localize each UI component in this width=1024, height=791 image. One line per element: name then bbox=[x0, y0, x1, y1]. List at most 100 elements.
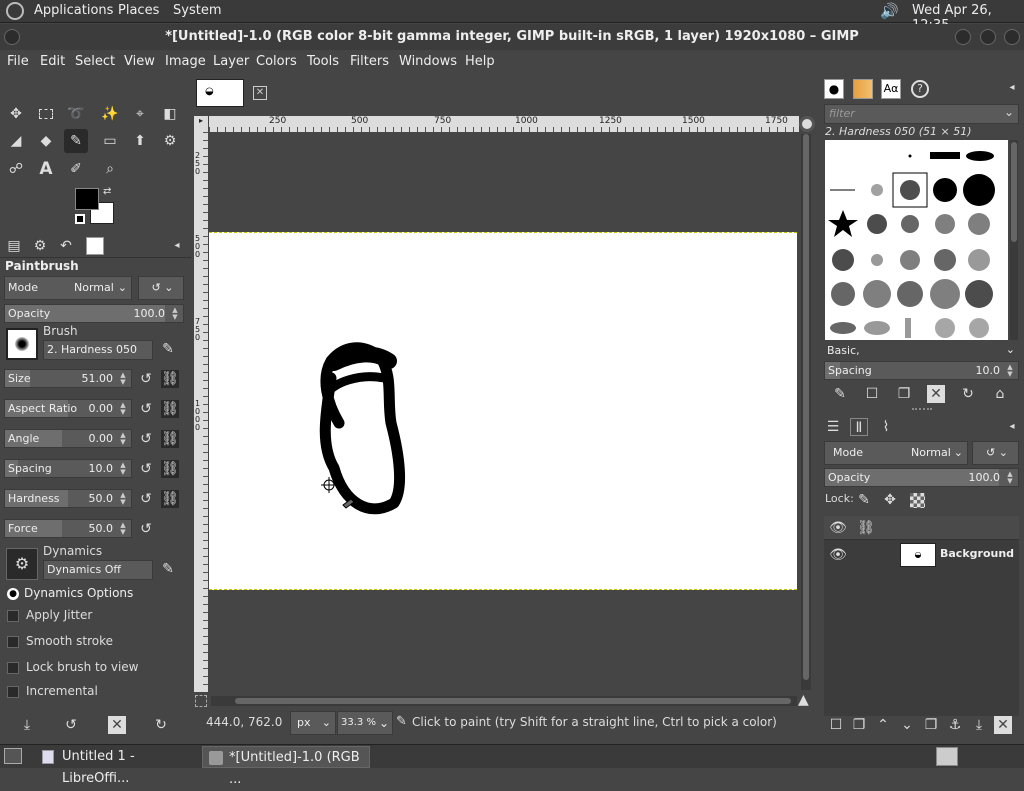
swap-colors-icon[interactable]: ⇄ bbox=[103, 186, 111, 197]
brushes-tab-icon[interactable]: ● bbox=[824, 79, 844, 99]
dock-menu-icon[interactable]: ◂ bbox=[1003, 418, 1021, 436]
text-tool-icon[interactable]: A bbox=[34, 157, 58, 181]
window-menu-button[interactable] bbox=[4, 29, 20, 45]
navigate-icon[interactable]: ▲ bbox=[798, 692, 814, 710]
menu-windows[interactable]: Windows bbox=[399, 54, 457, 69]
angle-slider[interactable]: Angle 0.00 ▲ ▼ bbox=[4, 429, 132, 448]
vertical-scrollbar[interactable] bbox=[801, 134, 811, 690]
chain-link-icon[interactable]: ⛓ bbox=[161, 400, 179, 418]
layer-thumbnail[interactable]: ◒ bbox=[900, 543, 936, 567]
reset-options-icon[interactable]: ↻ bbox=[152, 716, 170, 734]
reset-hardness-icon[interactable]: ↺ bbox=[137, 490, 155, 508]
workspace-switcher[interactable] bbox=[936, 747, 958, 766]
maximize-button[interactable] bbox=[980, 29, 996, 45]
layer-visibility-eye-icon[interactable]: 👁 bbox=[829, 546, 847, 564]
zoom-select[interactable]: 33.3 % ⌄ bbox=[337, 711, 393, 735]
edit-brush-icon[interactable]: ✎ bbox=[159, 340, 177, 358]
spin-arrows-icon[interactable]: ▲ ▼ bbox=[117, 522, 129, 536]
reset-angle-icon[interactable]: ↺ bbox=[137, 430, 155, 448]
lock-alpha-icon[interactable] bbox=[910, 493, 925, 508]
move-tool-icon[interactable]: ✥ bbox=[4, 102, 28, 126]
chain-link-icon[interactable]: ⛓ bbox=[857, 519, 875, 537]
new-layer-group-icon[interactable]: ❐ bbox=[850, 716, 868, 734]
chain-link-icon[interactable]: ⛓ bbox=[161, 460, 179, 478]
brush-preview[interactable] bbox=[6, 328, 38, 360]
lock-position-icon[interactable]: ✥ bbox=[881, 491, 899, 509]
menu-layer[interactable]: Layer bbox=[213, 54, 249, 69]
save-options-icon[interactable]: ⤓ bbox=[18, 716, 36, 734]
fuzzy-select-tool-icon[interactable]: ✨ bbox=[98, 102, 122, 126]
horizontal-scrollbar[interactable] bbox=[211, 696, 797, 706]
transform-tool-icon[interactable]: ◧ bbox=[158, 102, 182, 126]
lock-brush-checkbox[interactable] bbox=[7, 662, 19, 674]
tool-options-tab-icon[interactable]: ▤ bbox=[5, 237, 23, 255]
duplicate-brush-icon[interactable]: ❐ bbox=[895, 385, 913, 403]
reset-size-icon[interactable]: ↺ bbox=[137, 370, 155, 388]
delete-brush-icon[interactable]: ✕ bbox=[927, 385, 945, 403]
brush-filter-input[interactable]: filter ⌄ bbox=[824, 104, 1019, 124]
expander-icon[interactable]: ● bbox=[7, 588, 19, 600]
smooth-stroke-checkbox[interactable] bbox=[7, 636, 19, 648]
edit-brush-icon[interactable]: ✎ bbox=[831, 385, 849, 403]
layers-tab-icon[interactable]: ☰ bbox=[824, 418, 842, 436]
dynamics-preview[interactable]: ⚙ bbox=[6, 548, 38, 580]
duplicate-layer-icon[interactable]: ❐ bbox=[922, 716, 940, 734]
apply-jitter-checkbox[interactable] bbox=[7, 610, 19, 622]
taskbar-item-gimp[interactable]: *[Untitled]-1.0 (RGB ... bbox=[202, 746, 370, 787]
brush-spacing-slider[interactable]: Spacing 10.0 ▲ ▼ bbox=[824, 361, 1019, 380]
new-brush-icon[interactable]: ☐ bbox=[863, 385, 881, 403]
refresh-brushes-icon[interactable]: ↻ bbox=[959, 385, 977, 403]
brush-grid-scrollbar[interactable] bbox=[1010, 140, 1018, 340]
color-picker-tool-icon[interactable]: ✐ bbox=[64, 157, 88, 181]
taskbar-item-libreoffice[interactable]: Untitled 1 - LibreOffi... bbox=[36, 746, 200, 786]
reset-spacing-icon[interactable]: ↺ bbox=[137, 460, 155, 478]
lower-layer-icon[interactable]: ⌄ bbox=[898, 716, 916, 734]
spin-arrows-icon[interactable]: ▲ ▼ bbox=[1004, 471, 1016, 485]
zoom-tool-icon[interactable]: ⌕ bbox=[98, 157, 122, 181]
minimize-button[interactable] bbox=[955, 29, 971, 45]
clone-tool-icon[interactable]: ⬆ bbox=[128, 129, 152, 153]
aspect-ratio-slider[interactable]: Aspect Ratio 0.00 ▲ ▼ bbox=[4, 399, 132, 418]
layer-name[interactable]: Background bbox=[940, 547, 1014, 560]
unit-select[interactable]: px ⌄ bbox=[290, 711, 336, 735]
places-menu[interactable]: Places bbox=[118, 3, 159, 18]
vertical-ruler[interactable]: 250 500 750 1000 bbox=[194, 132, 208, 692]
fonts-tab-icon[interactable]: Aα bbox=[881, 79, 901, 99]
channels-tab-icon[interactable]: Ⅱ bbox=[850, 418, 868, 436]
rect-select-tool-icon[interactable] bbox=[34, 102, 58, 126]
spin-arrows-icon[interactable]: ▲ ▼ bbox=[117, 492, 129, 506]
reset-mode-button[interactable]: ↺ ⌄ bbox=[138, 276, 184, 300]
chain-link-icon[interactable]: ⛓ bbox=[161, 370, 179, 388]
size-slider[interactable]: Size 51.00 ▲ ▼ bbox=[4, 369, 132, 388]
close-tab-icon[interactable]: ✕ bbox=[253, 86, 267, 100]
restore-options-icon[interactable]: ↺ bbox=[62, 716, 80, 734]
chain-link-icon[interactable]: ⛓ bbox=[161, 430, 179, 448]
show-desktop-icon[interactable] bbox=[4, 748, 22, 764]
dock-menu-icon[interactable]: ◂ bbox=[168, 237, 186, 255]
layer-row[interactable]: 👁 ◒ Background bbox=[824, 540, 1019, 570]
menu-colors[interactable]: Colors bbox=[256, 54, 297, 69]
paintbrush-tool-icon[interactable]: ✎ bbox=[64, 129, 88, 153]
spacing-slider[interactable]: Spacing 10.0 ▲ ▼ bbox=[4, 459, 132, 478]
spin-arrows-icon[interactable]: ▲ ▼ bbox=[117, 402, 129, 416]
image-canvas[interactable] bbox=[209, 232, 797, 590]
hardness-slider[interactable]: Hardness 50.0 ▲ ▼ bbox=[4, 489, 132, 508]
chain-link-icon[interactable]: ⛓ bbox=[161, 490, 179, 508]
reset-force-icon[interactable]: ↺ bbox=[137, 520, 155, 538]
dock-separator[interactable] bbox=[912, 408, 932, 412]
menu-help[interactable]: Help bbox=[465, 54, 495, 69]
ruler-corner[interactable]: ▸ bbox=[194, 116, 208, 132]
edit-dynamics-icon[interactable]: ✎ bbox=[159, 560, 177, 578]
chevron-down-icon[interactable]: ⌄ bbox=[1004, 105, 1014, 119]
patterns-tab-icon[interactable] bbox=[853, 79, 873, 99]
menu-image[interactable]: Image bbox=[165, 54, 206, 69]
system-menu[interactable]: System bbox=[173, 3, 221, 18]
dock-menu-icon[interactable]: ◂ bbox=[1003, 79, 1021, 97]
close-window-button[interactable] bbox=[1004, 29, 1020, 45]
spin-arrows-icon[interactable]: ▲ ▼ bbox=[1004, 364, 1016, 378]
opacity-slider[interactable]: Opacity 100.0 ▲ ▼ bbox=[4, 304, 184, 323]
horizontal-ruler[interactable]: 250 500 750 1000 1250 1500 1750 bbox=[209, 116, 799, 132]
eye-icon[interactable]: 👁 bbox=[829, 519, 847, 537]
delete-options-icon[interactable]: ✕ bbox=[108, 716, 126, 734]
lock-pixels-icon[interactable]: ✎ bbox=[855, 491, 873, 509]
